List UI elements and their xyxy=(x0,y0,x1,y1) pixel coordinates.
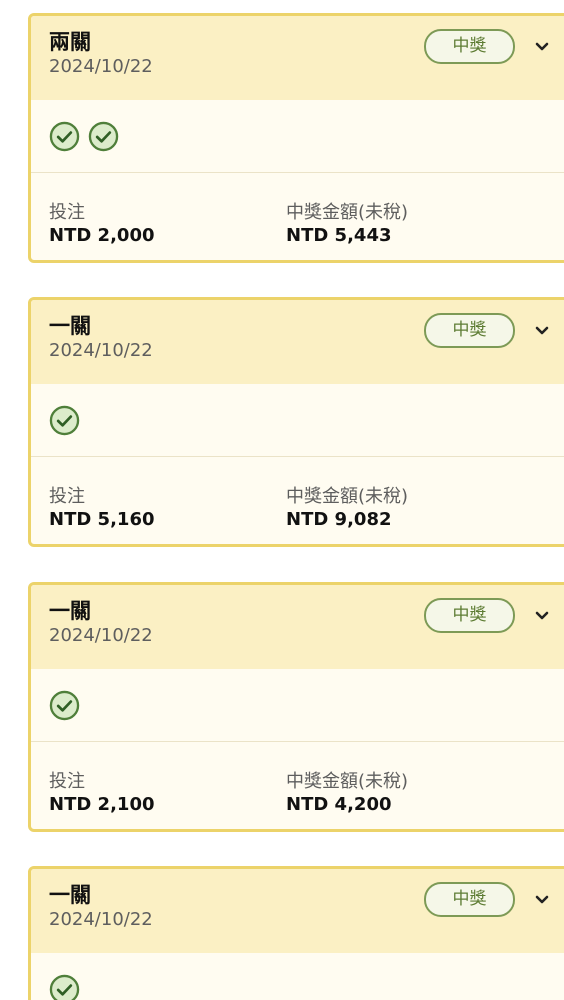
prize-amount-value: NTD 4,200 xyxy=(286,794,392,815)
bet-amount-value: NTD 2,100 xyxy=(49,794,155,815)
check-circle-icon xyxy=(49,121,80,151)
check-circle-icon xyxy=(49,405,80,435)
prize-amount-label: 中獎金額(未稅) xyxy=(286,771,409,792)
chevron-down-icon xyxy=(535,895,549,904)
status-badge: 中獎 xyxy=(424,29,515,64)
selection-results xyxy=(31,953,564,1000)
prize-amount-value: NTD 5,443 xyxy=(286,225,392,246)
chevron-down-icon xyxy=(535,326,549,335)
bet-amount-label: 投注 xyxy=(49,486,85,507)
chevron-down-icon xyxy=(535,42,549,51)
bet-date: 2024/10/22 xyxy=(49,625,153,646)
check-circle-icon xyxy=(88,121,119,151)
prize-amount-value: NTD 9,082 xyxy=(286,509,392,530)
check-circle-icon xyxy=(49,974,80,1000)
bet-date: 2024/10/22 xyxy=(49,340,153,361)
bet-stats: 投注 NTD 5,160 中獎金額(未稅) NTD 9,082 xyxy=(31,457,564,544)
bet-amount-value: NTD 5,160 xyxy=(49,509,155,530)
bet-stats: 投注 NTD 2,100 中獎金額(未稅) NTD 4,200 xyxy=(31,742,564,829)
bet-date: 2024/10/22 xyxy=(49,56,153,77)
selection-results xyxy=(31,669,564,742)
prize-amount-label: 中獎金額(未稅) xyxy=(286,202,409,223)
bet-type-title: 一關 xyxy=(49,314,91,338)
prize-amount-label: 中獎金額(未稅) xyxy=(286,486,409,507)
bet-card[interactable]: 一關 2024/10/22 中獎 投注 NTD 5,160 中獎金額(未稅) N… xyxy=(28,297,564,547)
bet-history-list: 兩關 2024/10/22 中獎 投注 NTD 2,000 中獎金額(未稅) N… xyxy=(0,0,564,1000)
card-header[interactable]: 兩關 2024/10/22 中獎 xyxy=(31,16,564,100)
card-header[interactable]: 一關 2024/10/22 中獎 xyxy=(31,585,564,669)
bet-card[interactable]: 一關 2024/10/22 中獎 xyxy=(28,866,564,1000)
status-badge: 中獎 xyxy=(424,313,515,348)
bet-card[interactable]: 兩關 2024/10/22 中獎 投注 NTD 2,000 中獎金額(未稅) N… xyxy=(28,13,564,263)
chevron-down-icon xyxy=(535,611,549,620)
expand-toggle[interactable] xyxy=(529,34,555,60)
expand-toggle[interactable] xyxy=(529,887,555,913)
bet-type-title: 一關 xyxy=(49,883,91,907)
expand-toggle[interactable] xyxy=(529,318,555,344)
selection-results xyxy=(31,384,564,457)
bet-type-title: 兩關 xyxy=(49,30,91,54)
card-header[interactable]: 一關 2024/10/22 中獎 xyxy=(31,300,564,384)
bet-type-title: 一關 xyxy=(49,599,91,623)
status-badge: 中獎 xyxy=(424,882,515,917)
check-circle-icon xyxy=(49,690,80,720)
status-badge: 中獎 xyxy=(424,598,515,633)
bet-card[interactable]: 一關 2024/10/22 中獎 投注 NTD 2,100 中獎金額(未稅) N… xyxy=(28,582,564,832)
bet-date: 2024/10/22 xyxy=(49,909,153,930)
selection-results xyxy=(31,100,564,173)
bet-amount-value: NTD 2,000 xyxy=(49,225,155,246)
bet-amount-label: 投注 xyxy=(49,771,85,792)
bet-amount-label: 投注 xyxy=(49,202,85,223)
expand-toggle[interactable] xyxy=(529,603,555,629)
bet-stats: 投注 NTD 2,000 中獎金額(未稅) NTD 5,443 xyxy=(31,173,564,260)
card-header[interactable]: 一關 2024/10/22 中獎 xyxy=(31,869,564,953)
